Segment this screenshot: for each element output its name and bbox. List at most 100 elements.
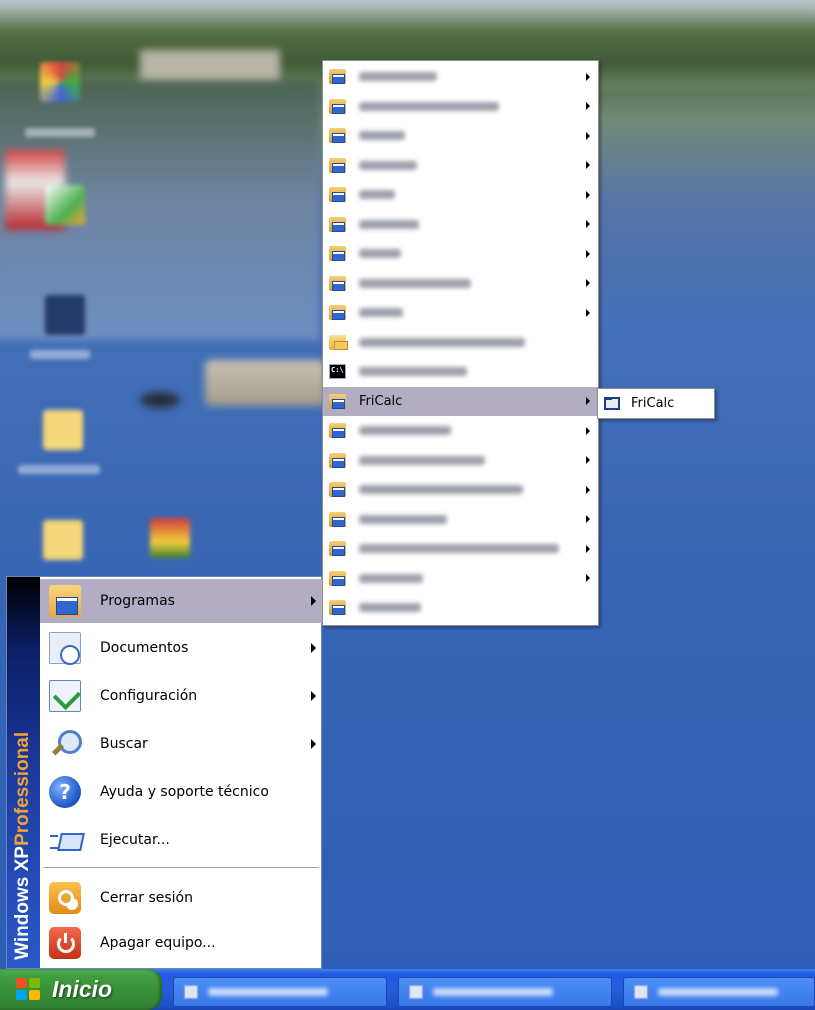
blurred-label: [359, 160, 417, 170]
programs-menu-item-fricalc[interactable]: FriCalc: [323, 386, 598, 416]
submenu-arrow-icon: [586, 72, 590, 81]
taskbar-window-button[interactable]: [623, 977, 815, 1007]
programs-menu-item[interactable]: [323, 564, 598, 594]
program-group-icon: [329, 187, 346, 203]
submenu-arrow-icon: [311, 691, 316, 701]
programs-menu-item[interactable]: [323, 269, 598, 299]
blurred-label: [433, 988, 553, 996]
submenu-arrow-icon: [586, 397, 590, 406]
command-prompt-icon: [329, 364, 346, 380]
submenu-arrow-icon: [311, 739, 316, 749]
blurred-label: [658, 988, 778, 996]
start-menu-item-label: Ejecutar...: [100, 832, 170, 848]
desktop-icon[interactable]: [45, 295, 85, 335]
start-menu-item-programas[interactable]: Programas: [40, 579, 322, 623]
start-menu-item-cerrar-sesion[interactable]: Cerrar sesión: [40, 876, 322, 920]
programs-menu-item[interactable]: [323, 328, 598, 358]
submenu-arrow-icon: [586, 220, 590, 229]
programs-menu-item[interactable]: [323, 446, 598, 476]
start-menu-item-label: Buscar: [100, 736, 148, 752]
programs-menu-item[interactable]: [323, 62, 598, 92]
programs-menu-item[interactable]: [323, 593, 598, 623]
blurred-label: [359, 308, 403, 318]
start-menu-item-ejecutar[interactable]: Ejecutar...: [40, 818, 322, 862]
programs-menu-item[interactable]: [323, 151, 598, 181]
programs-menu-item[interactable]: [323, 416, 598, 446]
desktop-icon[interactable]: [45, 185, 85, 225]
start-menu-item-label: Programas: [100, 593, 175, 609]
program-group-icon: [329, 246, 346, 262]
programs-menu-item[interactable]: [323, 357, 598, 387]
taskbar-window-button[interactable]: [173, 977, 387, 1007]
blurred-label: [359, 485, 523, 495]
desktop-folder-icon[interactable]: [43, 520, 83, 560]
program-group-icon: [329, 69, 346, 85]
start-menu-item-label: Documentos: [100, 640, 189, 656]
blurred-label: [359, 603, 421, 613]
taskbar: Inicio: [0, 969, 815, 1010]
fricalc-menu-item-label[interactable]: FriCalc: [631, 396, 674, 411]
submenu-arrow-icon: [586, 102, 590, 111]
programs-menu-item[interactable]: [323, 534, 598, 564]
start-menu-item-ayuda[interactable]: Ayuda y soporte técnico: [40, 770, 322, 814]
blurred-label: [359, 367, 467, 377]
start-menu-item-documentos[interactable]: Documentos: [40, 626, 322, 670]
programs-menu-item[interactable]: [323, 475, 598, 505]
submenu-arrow-icon: [586, 515, 590, 524]
desktop-icon-caption: [18, 465, 100, 474]
fricalc-app-icon: [604, 397, 620, 410]
documents-icon: [49, 632, 81, 665]
program-group-icon: [329, 541, 346, 557]
start-menu-separator: [43, 867, 319, 868]
programs-menu-item[interactable]: [323, 505, 598, 535]
shutdown-icon: [49, 927, 81, 959]
start-menu-item-label: Cerrar sesión: [100, 890, 193, 906]
start-menu-item-configuracion[interactable]: Configuración: [40, 674, 322, 718]
desktop-folder-icon[interactable]: [43, 410, 83, 450]
programs-menu-item[interactable]: [323, 121, 598, 151]
programs-menu-item[interactable]: [323, 298, 598, 328]
start-menu-banner: Windows XPProfessional: [7, 577, 40, 968]
submenu-arrow-icon: [586, 249, 590, 258]
submenu-arrow-icon: [586, 544, 590, 553]
program-group-icon: [329, 305, 346, 321]
blurred-label: [359, 72, 437, 82]
submenu-arrow-icon: [586, 161, 590, 170]
submenu-arrow-icon: [586, 426, 590, 435]
blurred-label: [359, 426, 451, 436]
fricalc-submenu: FriCalc: [597, 388, 715, 419]
programs-menu-item[interactable]: [323, 180, 598, 210]
program-group-icon: [329, 482, 346, 498]
blurred-label: [359, 514, 447, 524]
programs-menu-item[interactable]: [323, 239, 598, 269]
desktop-icon-caption: [30, 350, 90, 359]
blurred-label: [359, 190, 395, 200]
desktop-background-boat: [205, 360, 325, 406]
programs-menu-item[interactable]: [323, 210, 598, 240]
blurred-label: [359, 544, 559, 554]
blurred-label: [359, 278, 471, 288]
logoff-icon: [49, 882, 81, 914]
window-app-icon: [184, 985, 198, 999]
start-button-label: Inicio: [52, 976, 113, 1002]
desktop-icon[interactable]: [150, 518, 190, 558]
start-menu-item-buscar[interactable]: Buscar: [40, 722, 322, 766]
submenu-arrow-icon: [311, 596, 316, 606]
programs-menu-item-label: FriCalc: [359, 393, 403, 409]
program-group-icon: [329, 511, 346, 527]
start-button[interactable]: Inicio: [0, 969, 162, 1010]
programs-menu-item[interactable]: [323, 92, 598, 122]
taskbar-window-button[interactable]: [398, 977, 612, 1007]
program-group-icon: [329, 157, 346, 173]
submenu-arrow-icon: [586, 279, 590, 288]
start-menu-item-apagar-equipo[interactable]: Apagar equipo...: [40, 921, 322, 965]
desktop-icon-caption: [25, 128, 95, 137]
program-group-icon: [329, 452, 346, 468]
explorer-folder-icon: [329, 334, 348, 350]
blurred-label: [359, 337, 525, 347]
desktop-icon[interactable]: [40, 62, 80, 102]
windows-edition-text: Professional: [12, 732, 33, 847]
program-group-icon: [329, 570, 346, 586]
submenu-arrow-icon: [586, 190, 590, 199]
blurred-label: [359, 101, 499, 111]
